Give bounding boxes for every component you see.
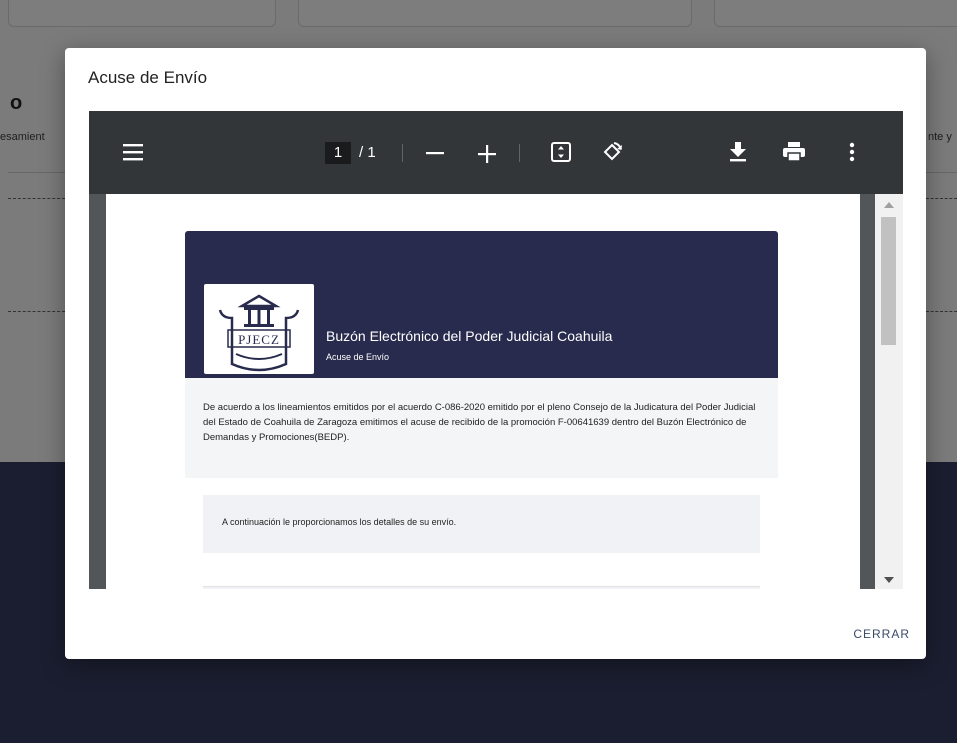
document-header-title: Buzón Electrónico del Poder Judicial Coa… — [326, 328, 613, 344]
dialog-title: Acuse de Envío — [88, 68, 208, 87]
background-dashed-line — [926, 198, 957, 199]
toolbar-separator — [519, 144, 520, 162]
background-divider — [8, 172, 65, 173]
zoom-out-icon[interactable] — [426, 145, 444, 161]
scroll-down-arrow-icon[interactable] — [884, 577, 894, 583]
background-text: esamient — [0, 131, 45, 143]
acuse-dialog: Acuse de Envío 1 / 1 PJECZ Buzón Electró… — [65, 48, 926, 659]
document-header: PJECZ Buzón Electrónico del Poder Judici… — [185, 231, 778, 378]
scroll-up-arrow-icon[interactable] — [884, 202, 894, 208]
courthouse-logo-icon: PJECZ — [218, 294, 300, 372]
background-text: nte y — [928, 131, 952, 143]
pdf-scrollbar[interactable] — [875, 194, 903, 589]
background-dashed-line — [8, 198, 65, 199]
background-heading: o — [10, 92, 23, 114]
background-card — [298, 0, 692, 27]
more-options-icon[interactable] — [849, 142, 855, 162]
print-icon[interactable] — [783, 142, 805, 162]
logo-text: PJECZ — [238, 332, 280, 347]
details-box: A continuación le proporcionamos los det… — [203, 495, 760, 553]
page-count: / 1 — [359, 144, 376, 161]
menu-icon[interactable] — [123, 143, 143, 161]
background-card — [8, 0, 276, 27]
pjecz-logo: PJECZ — [204, 284, 314, 374]
document-header-subtitle: Acuse de Envío — [326, 352, 390, 362]
background-divider — [926, 172, 957, 173]
details-table — [203, 586, 760, 589]
close-button[interactable]: CERRAR — [853, 627, 910, 641]
background-card — [714, 0, 957, 27]
fit-page-icon[interactable] — [551, 142, 571, 162]
scrollbar-thumb[interactable] — [881, 217, 896, 345]
download-icon[interactable] — [729, 142, 747, 162]
intro-section: De acuerdo a los lineamientos emitidos p… — [185, 378, 778, 478]
background-dashed-line — [8, 311, 65, 312]
pdf-viewer[interactable]: 1 / 1 PJECZ Buzón Electrónico del Poder … — [89, 111, 903, 589]
pdf-toolbar: 1 / 1 — [89, 111, 903, 194]
background-dashed-line — [926, 311, 957, 312]
rotate-icon[interactable] — [601, 141, 623, 163]
toolbar-separator — [402, 144, 403, 162]
pdf-page: PJECZ Buzón Electrónico del Poder Judici… — [106, 194, 860, 589]
details-text: A continuación le proporcionamos los det… — [222, 517, 457, 527]
intro-text: De acuerdo a los lineamientos emitidos p… — [203, 402, 756, 443]
page-number-input[interactable]: 1 — [325, 142, 351, 164]
zoom-in-icon[interactable] — [478, 145, 496, 163]
